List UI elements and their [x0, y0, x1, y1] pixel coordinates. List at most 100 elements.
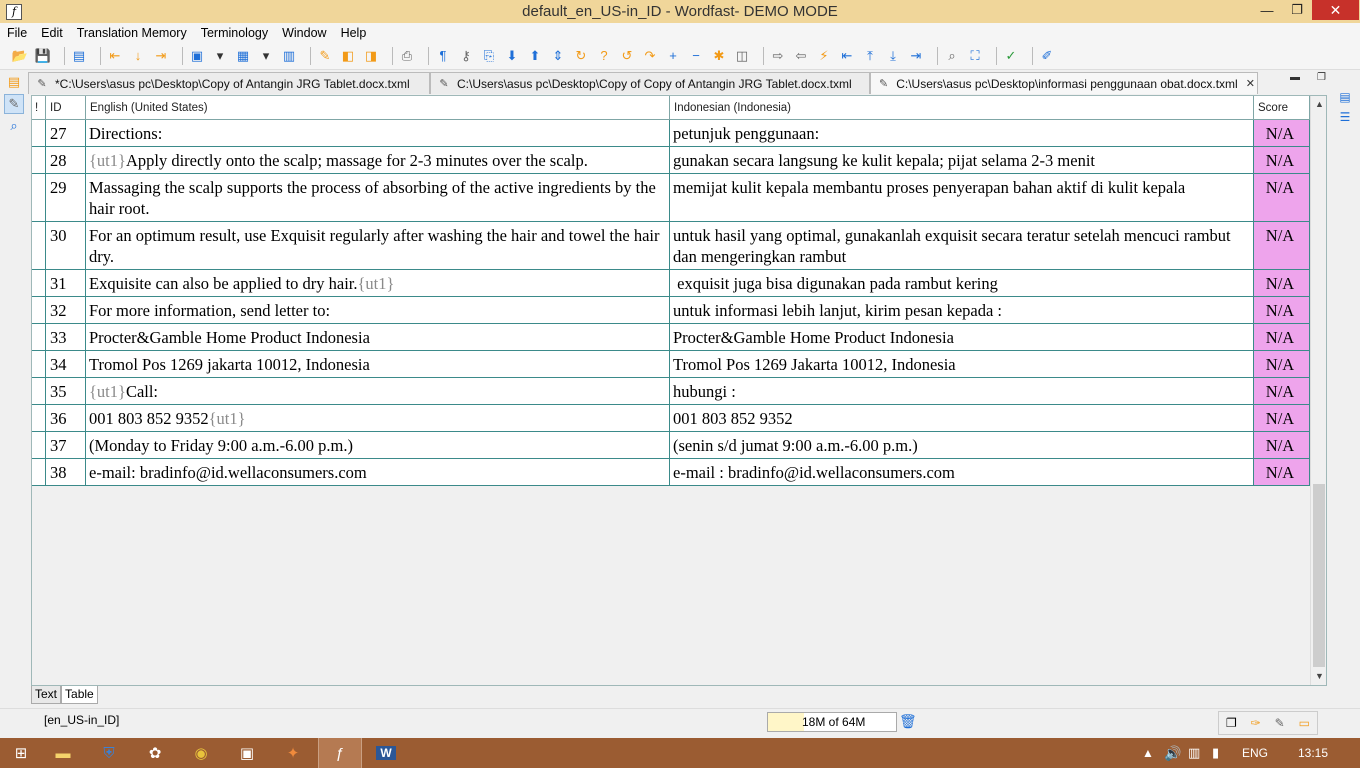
header-flag[interactable]: !	[32, 96, 46, 120]
export-icon[interactable]: ⇨	[770, 48, 786, 64]
target-cell[interactable]: e-mail : bradinfo@id.wellaconsumers.com	[670, 459, 1254, 485]
table-row[interactable]: 35 {ut1}Call: hubungi : N/A	[32, 378, 1310, 405]
source-cell[interactable]: (Monday to Friday 9:00 a.m.-6.00 p.m.)	[86, 432, 670, 458]
tag-copy-icon[interactable]: ◨	[363, 48, 379, 64]
first-segment-icon[interactable]: ⇤	[107, 48, 123, 64]
flag-cell[interactable]	[32, 297, 46, 323]
word-doc-icon[interactable]: ▤	[71, 48, 87, 64]
flag-cell[interactable]	[32, 120, 46, 146]
minimize-icon[interactable]: ▬	[1290, 72, 1300, 86]
flag-cell[interactable]	[32, 351, 46, 377]
source-cell[interactable]: Exquisite can also be applied to dry hai…	[86, 270, 670, 296]
highlight-icon[interactable]: ✎	[317, 48, 333, 64]
header-source-language[interactable]: English (United States)	[86, 96, 670, 120]
minus-icon[interactable]: −	[688, 48, 704, 64]
menu-edit[interactable]: Edit	[34, 23, 70, 43]
pilcrow-icon[interactable]: ¶	[435, 48, 451, 64]
header-id[interactable]: ID	[46, 96, 86, 120]
table-row[interactable]: 38 e-mail: bradinfo@id.wellaconsumers.co…	[32, 459, 1310, 486]
properties-icon[interactable]: ▤	[1336, 88, 1354, 106]
restore-icon[interactable]: ❐	[1317, 72, 1326, 86]
header-score[interactable]: Score	[1254, 96, 1310, 120]
table-row[interactable]: 29 Massaging the scalp supports the proc…	[32, 174, 1310, 222]
spellcheck-icon[interactable]: ✓	[1003, 48, 1019, 64]
table-row[interactable]: 32 For more information, send letter to:…	[32, 297, 1310, 324]
import-icon[interactable]: ⇦	[793, 48, 809, 64]
target-cell[interactable]: exquisit juga bisa digunakan pada rambut…	[670, 270, 1254, 296]
source-cell[interactable]: {ut1}Call:	[86, 378, 670, 404]
menu-file[interactable]: File	[0, 23, 34, 43]
arrow-bottom-icon[interactable]: ⤓	[885, 48, 901, 64]
plus-icon[interactable]: +	[665, 48, 681, 64]
battery-icon[interactable]: ▮	[1212, 738, 1219, 768]
app-icon[interactable]: ✦	[278, 738, 308, 768]
target-cell[interactable]: gunakan secara langsung ke kulit kepala;…	[670, 147, 1254, 173]
chevron-down-icon[interactable]: ▾	[212, 48, 228, 64]
menu-terminology[interactable]: Terminology	[194, 23, 275, 43]
arrow-top-icon[interactable]: ⤒	[862, 48, 878, 64]
tab-table-view[interactable]: Table	[61, 686, 98, 704]
table-row[interactable]: 34 Tromol Pos 1269 jakarta 10012, Indone…	[32, 351, 1310, 378]
arrow-updown-icon[interactable]: ⇕	[550, 48, 566, 64]
close-icon[interactable]: ✕	[1246, 77, 1257, 90]
asterisk-icon[interactable]: ✱	[711, 48, 727, 64]
arrow-first-icon[interactable]: ⇤	[839, 48, 855, 64]
scroll-up-icon[interactable]: ▲	[1311, 96, 1326, 113]
lock-icon[interactable]: ⚷	[458, 48, 474, 64]
source-cell[interactable]: Procter&Gamble Home Product Indonesia	[86, 324, 670, 350]
flag-cell[interactable]	[32, 222, 46, 269]
source-cell[interactable]: Massaging the scalp supports the process…	[86, 174, 670, 221]
project-icon[interactable]: ▤	[4, 72, 24, 92]
flag-cell[interactable]	[32, 324, 46, 350]
table-row[interactable]: 33 Procter&Gamble Home Product Indonesia…	[32, 324, 1310, 351]
wordfast-taskbar-icon[interactable]: ƒ	[318, 738, 362, 768]
tab-text-view[interactable]: Text	[31, 686, 62, 704]
target-cell[interactable]: Procter&Gamble Home Product Indonesia	[670, 324, 1254, 350]
chevron-down-icon[interactable]: ▾	[258, 48, 274, 64]
arrow-down-icon[interactable]: ⬇	[504, 48, 520, 64]
down-arrow-icon[interactable]: ↓	[130, 48, 146, 64]
concordance-icon[interactable]: ⌕	[944, 48, 960, 64]
refresh-icon[interactable]: ↻	[573, 48, 589, 64]
outline-icon[interactable]: ☰	[1336, 108, 1354, 126]
table-row[interactable]: 31 Exquisite can also be applied to dry …	[32, 270, 1310, 297]
view-dropdown-icon[interactable]: ▦	[235, 48, 251, 64]
target-cell[interactable]: petunjuk penggunaan:	[670, 120, 1254, 146]
flag-cell[interactable]	[32, 270, 46, 296]
target-cell[interactable]: 001 803 852 9352	[670, 405, 1254, 431]
paint-icon[interactable]: ✿	[140, 738, 170, 768]
arrow-last-icon[interactable]: ⇥	[908, 48, 924, 64]
chevron-up-icon[interactable]: ▲	[1142, 738, 1154, 768]
layout-icon[interactable]: ▥	[281, 48, 297, 64]
target-cell[interactable]: hubungi :	[670, 378, 1254, 404]
pin-icon[interactable]: ✑	[1251, 716, 1261, 730]
windows-start-icon[interactable]: ⊞	[6, 738, 36, 768]
target-cell[interactable]: untuk hasil yang optimal, gunakanlah exq…	[670, 222, 1254, 269]
shield-icon[interactable]: ⛨	[94, 738, 124, 768]
source-cell[interactable]: {ut1}Apply directly onto the scalp; mass…	[86, 147, 670, 173]
tag-icon[interactable]: ◧	[340, 48, 356, 64]
editor-view-icon[interactable]: ✎	[4, 94, 24, 114]
chrome-icon[interactable]: ◉	[186, 738, 216, 768]
edit-icon[interactable]: ✎	[1275, 716, 1285, 730]
target-cell[interactable]: Tromol Pos 1269 Jakarta 10012, Indonesia	[670, 351, 1254, 377]
table-row[interactable]: 30 For an optimum result, use Exquisit r…	[32, 222, 1310, 270]
flag-cell[interactable]	[32, 405, 46, 431]
note-icon[interactable]: ▭	[1299, 716, 1310, 730]
header-target-language[interactable]: Indonesian (Indonesia)	[670, 96, 1254, 120]
tab-informasi-penggunaan-obat[interactable]: ✎ C:\Users\asus pc\Desktop\informasi pen…	[870, 72, 1258, 94]
table-row[interactable]: 27 Directions: petunjuk penggunaan: N/A	[32, 120, 1310, 147]
source-cell[interactable]: For more information, send letter to:	[86, 297, 670, 323]
flag-cell[interactable]	[32, 174, 46, 221]
print-icon[interactable]: ⎙	[399, 48, 415, 64]
garbage-collect-icon[interactable]: 🗑	[899, 712, 917, 730]
word-taskbar-icon[interactable]: W	[366, 738, 406, 768]
undo-icon[interactable]: ↺	[619, 48, 635, 64]
arrow-up-icon[interactable]: ⬆	[527, 48, 543, 64]
close-button[interactable]: ✕	[1312, 0, 1359, 20]
restore-icon[interactable]: ❐	[1226, 716, 1237, 730]
table-row[interactable]: 36 001 803 852 9352{ut1} 001 803 852 935…	[32, 405, 1310, 432]
vertical-scrollbar[interactable]: ▲ ▼	[1310, 96, 1326, 685]
target-cell[interactable]: memijat kulit kepala membantu proses pen…	[670, 174, 1254, 221]
flag-cell[interactable]	[32, 432, 46, 458]
